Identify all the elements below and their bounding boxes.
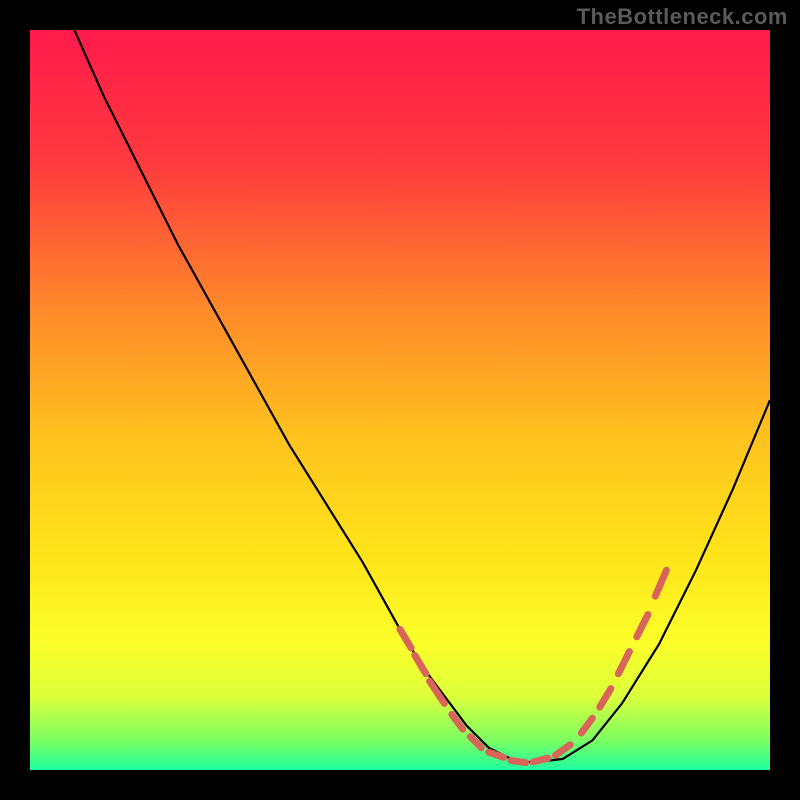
dash-segment bbox=[533, 758, 548, 762]
chart-svg bbox=[30, 30, 770, 770]
watermark-text: TheBottleneck.com bbox=[577, 4, 788, 30]
dash-segment bbox=[511, 760, 526, 762]
plot-area bbox=[30, 30, 770, 770]
gradient-background bbox=[30, 30, 770, 770]
dash-segment bbox=[489, 752, 504, 757]
chart-frame: TheBottleneck.com bbox=[0, 0, 800, 800]
